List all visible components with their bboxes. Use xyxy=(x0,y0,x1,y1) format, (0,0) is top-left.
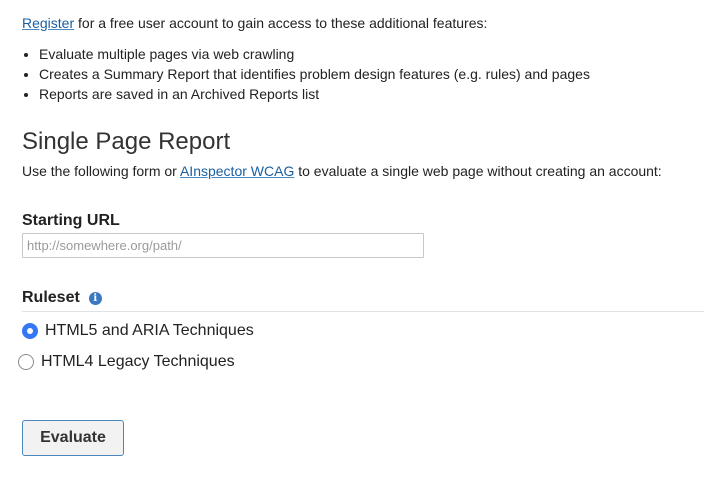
ainspector-link[interactable]: AInspector WCAG xyxy=(180,163,294,179)
ruleset-option-html4[interactable]: HTML4 Legacy Techniques xyxy=(18,352,235,372)
list-item: Evaluate multiple pages via web crawling xyxy=(39,44,590,64)
ruleset-option-label: HTML5 and ARIA Techniques xyxy=(45,322,254,339)
info-icon[interactable]: i xyxy=(88,291,102,305)
section-description: Use the following form or AInspector WCA… xyxy=(22,162,662,180)
ruleset-label: Ruleset xyxy=(22,289,80,306)
ruleset-header: Ruleset i xyxy=(22,288,102,308)
intro-description: for a free user account to gain access t… xyxy=(74,15,488,31)
features-list: Evaluate multiple pages via web crawling… xyxy=(22,44,590,104)
list-item: Creates a Summary Report that identifies… xyxy=(39,64,590,84)
starting-url-input[interactable] xyxy=(22,233,424,258)
radio-unselected[interactable] xyxy=(18,354,34,370)
evaluate-button[interactable]: Evaluate xyxy=(22,420,124,456)
intro-text: Register for a free user account to gain… xyxy=(22,14,487,32)
starting-url-label: Starting URL xyxy=(22,212,120,229)
ruleset-option-label: HTML4 Legacy Techniques xyxy=(41,353,235,370)
desc-after: to evaluate a single web page without cr… xyxy=(294,163,662,179)
divider xyxy=(22,311,704,312)
list-item: Reports are saved in an Archived Reports… xyxy=(39,84,590,104)
register-link[interactable]: Register xyxy=(22,15,74,31)
desc-before: Use the following form or xyxy=(22,163,180,179)
ruleset-option-html5[interactable]: HTML5 and ARIA Techniques xyxy=(22,321,254,341)
radio-selected[interactable] xyxy=(22,323,38,339)
section-title: Single Page Report xyxy=(22,128,231,155)
